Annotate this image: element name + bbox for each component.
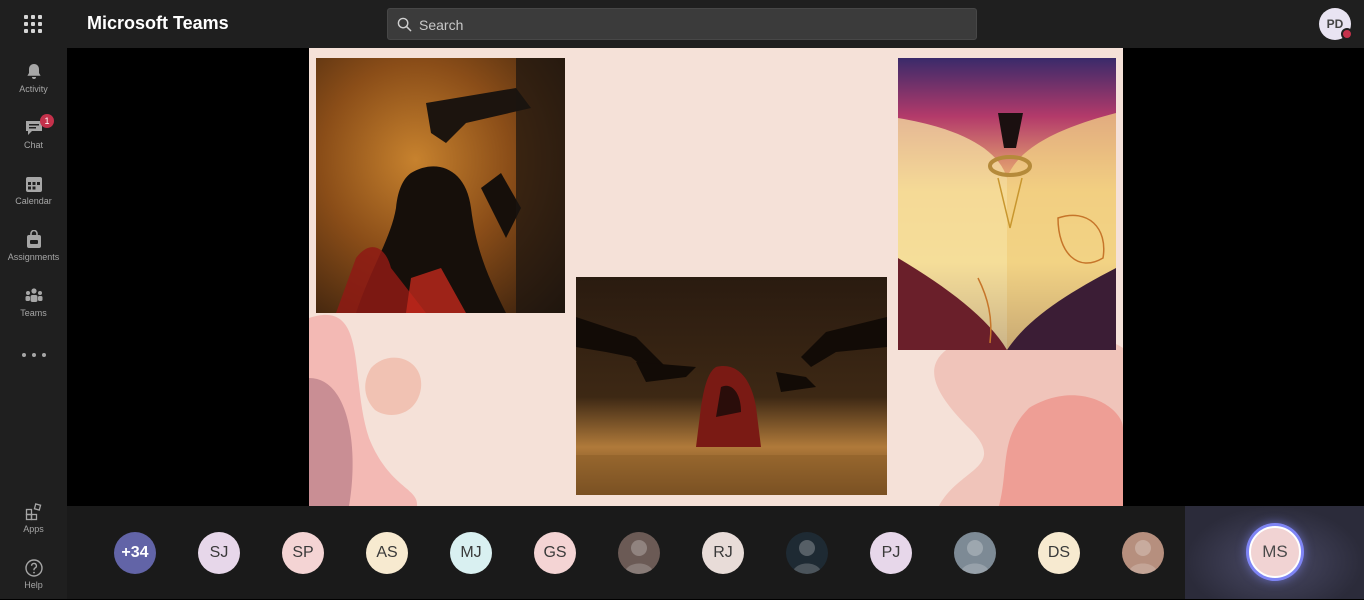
person-photo-icon [1128,540,1158,574]
more-apps-icon[interactable] [22,353,46,359]
teams-icon [25,288,42,302]
search-bar[interactable]: Search [387,8,977,40]
bell-icon [26,64,41,79]
apps-icon [25,503,41,521]
app-title: Microsoft Teams [87,13,229,33]
rail-label: Apps [23,524,44,534]
participant-avatar[interactable]: SP [282,532,324,574]
participant-avatar[interactable]: MJ [450,532,492,574]
self-video-tile[interactable]: MS [1185,506,1364,599]
chat-unread-badge: 1 [40,114,54,128]
calendar-icon [25,177,42,192]
search-icon [397,17,412,32]
rail-item-assignments[interactable]: Assignments [0,220,67,272]
meeting-stage [67,48,1364,506]
rail-item-activity[interactable]: Activity [0,52,67,104]
participant-avatar[interactable]: AS [366,532,408,574]
assignments-icon [26,230,41,248]
participant-photo-avatar[interactable] [618,532,660,574]
slide-photo-shadow-hands [316,58,565,313]
participant-photo-avatar[interactable] [786,532,828,574]
person-photo-icon [792,540,822,574]
help-icon [24,559,43,577]
self-avatar: MS [1249,526,1301,578]
silhouette-figure [336,58,565,313]
person-photo-icon [960,540,990,574]
rail-label: Help [24,580,43,590]
rail-label: Assignments [7,252,60,262]
rail-label: Calendar [15,196,52,206]
top-bar: Microsoft Teams Search PD [0,0,1364,48]
participant-avatar[interactable]: RJ [702,532,744,574]
participant-avatar[interactable]: PJ [870,532,912,574]
participant-avatar[interactable]: +34 [114,532,156,574]
presence-status-icon [1341,28,1353,40]
book-ring-graphic [898,113,1116,350]
person-photo-icon [624,540,654,574]
rail-label: Activity [19,84,48,94]
participant-photo-avatar[interactable] [1122,532,1164,574]
shared-screen-slide [309,48,1123,506]
rail-item-teams[interactable]: Teams [0,276,67,328]
rail-item-help[interactable]: Help [0,548,67,600]
participant-photo-avatar[interactable] [954,532,996,574]
app-launcher-icon[interactable] [21,12,45,36]
reaching-hands-graphic [576,317,887,495]
slide-photo-reaching-hands [576,277,887,495]
search-placeholder: Search [419,17,464,33]
rail-label: Chat [23,140,43,150]
participant-avatar[interactable]: GS [534,532,576,574]
participant-avatar[interactable]: SJ [198,532,240,574]
rail-item-chat[interactable]: Chat 1 [0,108,67,160]
participant-strip: +34 SJ SP AS MJ GS RJ PJ DS [67,506,1185,599]
rail-label: Teams [20,308,47,318]
participant-avatar[interactable]: DS [1038,532,1080,574]
rail-item-apps[interactable]: Apps [0,492,67,544]
slide-photo-book-ring [898,58,1116,350]
rail-item-calendar[interactable]: Calendar [0,164,67,216]
app-rail: Activity Chat 1 Calendar Assignments Tea… [0,48,67,599]
